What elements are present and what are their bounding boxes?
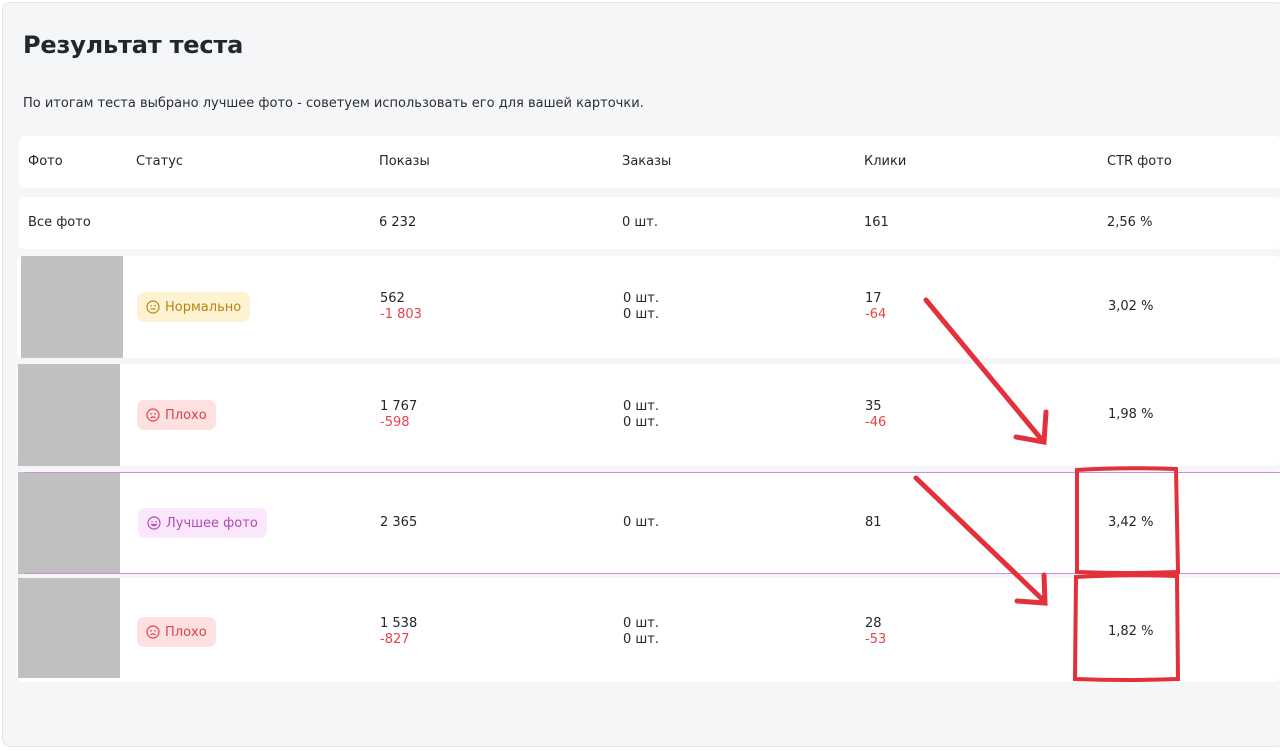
- views-value: 1 538: [380, 616, 418, 631]
- summary-clicks: 161: [864, 215, 889, 230]
- photo-thumbnail[interactable]: [18, 472, 120, 574]
- summary-views: 6 232: [379, 215, 417, 230]
- photo-thumbnail[interactable]: [18, 578, 120, 678]
- column-header-orders[interactable]: Заказы: [622, 154, 671, 169]
- orders-cell: 0 шт. 0 шт.: [623, 291, 659, 323]
- views-delta: -1 803: [380, 307, 422, 322]
- ctr-value: 1,82 %: [1108, 624, 1154, 639]
- photo-thumbnail[interactable]: [21, 256, 123, 358]
- status-label: Плохо: [165, 624, 207, 640]
- status-badge: Лучшее фото: [138, 508, 267, 538]
- photo-thumbnail[interactable]: [18, 364, 120, 466]
- clicks-value: 28: [865, 616, 882, 631]
- table-row-all-photos: Все фото 6 232 0 шт. 161 2,56 %: [19, 197, 1280, 249]
- column-header-views[interactable]: Показы: [379, 154, 430, 169]
- clicks-value: 35: [865, 399, 882, 414]
- table-row: Плохо 1 538 -827 0 шт. 0 шт. 28 -53 1,82…: [17, 578, 1280, 682]
- page-title: Результат теста: [23, 31, 244, 59]
- best-row-bottom-border: [25, 573, 1280, 574]
- status-badge: Плохо: [137, 617, 216, 647]
- clicks-delta: -46: [865, 415, 887, 430]
- orders-value: 0 шт.: [623, 291, 660, 306]
- views-cell: 1 767 -598: [380, 399, 417, 431]
- status-badge: Плохо: [137, 400, 216, 430]
- status-label: Плохо: [165, 407, 207, 423]
- happy-face-icon: [147, 516, 161, 530]
- table-row: Плохо 1 767 -598 0 шт. 0 шт. 35 -46 1,98…: [17, 364, 1280, 466]
- table-header: Фото Статус Показы Заказы Клики CTR фото: [19, 136, 1280, 188]
- views-delta: -827: [380, 632, 410, 647]
- ctr-value: 3,02 %: [1108, 299, 1154, 314]
- views-value: 1 767: [380, 399, 418, 414]
- clicks-cell: 35 -46: [865, 399, 886, 431]
- clicks-delta: -64: [865, 307, 887, 322]
- clicks-delta: -53: [865, 632, 887, 647]
- table-row: Нормально 562 -1 803 0 шт. 0 шт. 17 -64 …: [17, 256, 1280, 358]
- views-cell: 1 538 -827: [380, 616, 417, 648]
- orders-value: 0 шт.: [623, 616, 660, 631]
- column-header-photo[interactable]: Фото: [28, 154, 63, 169]
- views-value: 562: [380, 291, 405, 306]
- column-header-clicks[interactable]: Клики: [864, 154, 906, 169]
- views-cell: 562 -1 803: [380, 291, 422, 323]
- summary-ctr: 2,56 %: [1107, 215, 1153, 230]
- summary-label: Все фото: [28, 215, 91, 230]
- orders-delta: 0 шт.: [623, 307, 660, 322]
- table-row-best: Лучшее фото 2 365 0 шт. 81 3,42 %: [17, 472, 1280, 574]
- neutral-face-icon: [146, 300, 160, 314]
- page-subtitle: По итогам теста выбрано лучшее фото - со…: [23, 96, 644, 111]
- ctr-value: 1,98 %: [1108, 407, 1154, 422]
- sad-face-icon: [146, 408, 160, 422]
- clicks-cell: 28 -53: [865, 616, 886, 648]
- views-delta: -598: [380, 415, 410, 430]
- orders-cell: 0 шт. 0 шт.: [623, 399, 659, 431]
- status-badge: Нормально: [137, 292, 251, 322]
- clicks-value: 81: [865, 515, 882, 530]
- views-value: 2 365: [380, 515, 418, 530]
- sad-face-icon: [146, 625, 160, 639]
- orders-value: 0 шт.: [623, 515, 660, 530]
- clicks-cell: 17 -64: [865, 291, 886, 323]
- summary-orders: 0 шт.: [622, 215, 659, 230]
- status-label: Лучшее фото: [166, 515, 258, 531]
- status-label: Нормально: [165, 299, 242, 315]
- ctr-value: 3,42 %: [1108, 515, 1154, 530]
- column-header-status[interactable]: Статус: [136, 154, 183, 169]
- orders-value: 0 шт.: [623, 399, 660, 414]
- orders-delta: 0 шт.: [623, 632, 660, 647]
- orders-cell: 0 шт. 0 шт.: [623, 616, 659, 648]
- clicks-value: 17: [865, 291, 882, 306]
- best-row-top-border: [25, 472, 1280, 473]
- column-header-ctr[interactable]: CTR фото: [1107, 154, 1172, 169]
- orders-delta: 0 шт.: [623, 415, 660, 430]
